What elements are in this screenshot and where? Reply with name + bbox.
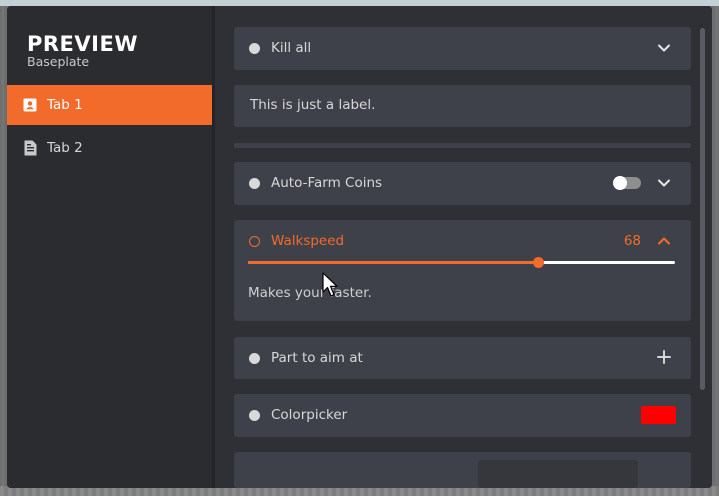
slider-thumb[interactable]: [533, 257, 545, 268]
bullet-icon: [249, 42, 260, 54]
bullet-icon: [249, 352, 260, 364]
slider-walkspeed[interactable]: Walkspeed 68 Makes your faster.: [234, 220, 691, 321]
slider-label: Walkspeed: [271, 233, 345, 249]
slider-track[interactable]: [248, 257, 675, 268]
bullet-icon: [249, 409, 260, 421]
next-element-card: [234, 452, 691, 488]
bullet-ring-icon: [249, 235, 260, 247]
colorpicker[interactable]: Colorpicker: [234, 394, 691, 437]
contact-card-icon: [22, 97, 38, 113]
slider-value: 68: [623, 233, 641, 249]
dropdown-kill-all[interactable]: Kill all: [234, 27, 691, 70]
keybind-part-to-aim[interactable]: Part to aim at: [234, 337, 691, 379]
toggle-knob: [613, 176, 627, 190]
tab-1-label: Tab 1: [47, 97, 83, 113]
slider-description: Makes your faster.: [248, 285, 372, 301]
chevron-up-icon[interactable]: [657, 234, 671, 248]
slider-fill: [248, 261, 539, 264]
tab-1[interactable]: Tab 1: [7, 85, 212, 125]
chevron-down-icon[interactable]: [657, 176, 671, 190]
content-panel: Kill all This is just a label. Auto-Farm…: [215, 6, 712, 488]
colorpicker-label: Colorpicker: [271, 407, 348, 423]
toggle-label: Auto-Farm Coins: [271, 175, 383, 191]
toggle-switch[interactable]: [613, 176, 641, 190]
dropdown-label: Kill all: [271, 40, 312, 56]
mouse-cursor-icon: [322, 272, 338, 297]
color-swatch[interactable]: [641, 406, 676, 424]
label-element: This is just a label.: [234, 85, 691, 127]
next-element-control: [478, 460, 638, 488]
tab-2-label: Tab 2: [47, 140, 83, 156]
window-subtitle: Baseplate: [27, 54, 90, 69]
keybind-label: Part to aim at: [271, 350, 363, 366]
bullet-icon: [249, 177, 260, 189]
label-text: This is just a label.: [250, 97, 376, 113]
ui-window: PREVIEW Baseplate Tab 1 Tab 2 Kill all T…: [7, 6, 712, 488]
section-divider: [234, 143, 691, 148]
document-icon: [22, 140, 38, 156]
window-title: PREVIEW: [27, 32, 138, 56]
sidebar: PREVIEW Baseplate Tab 1 Tab 2: [7, 6, 212, 488]
scrollbar[interactable]: [700, 28, 705, 390]
chevron-down-icon[interactable]: [657, 41, 671, 55]
plus-icon[interactable]: [657, 350, 671, 364]
toggle-autofarm[interactable]: Auto-Farm Coins: [234, 162, 691, 205]
tab-2[interactable]: Tab 2: [7, 128, 212, 168]
